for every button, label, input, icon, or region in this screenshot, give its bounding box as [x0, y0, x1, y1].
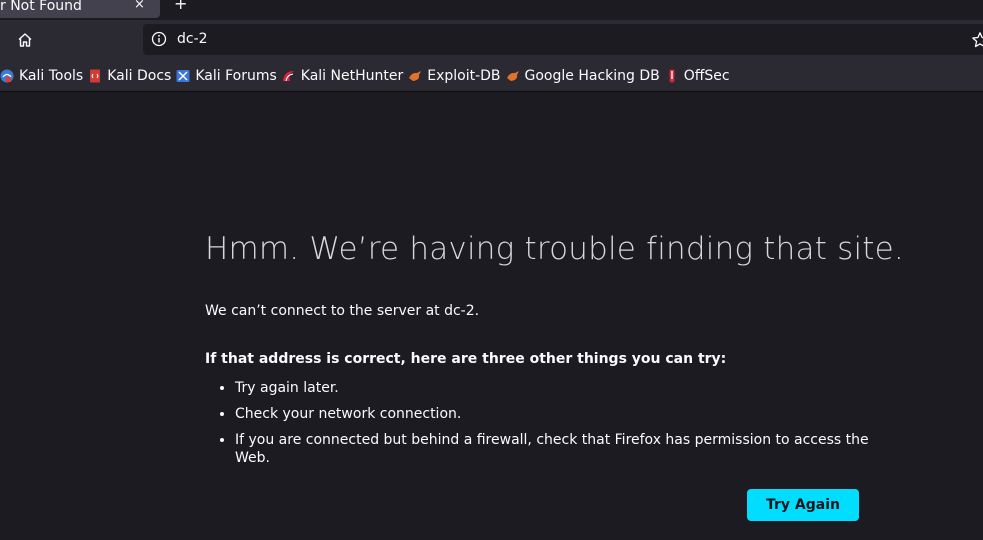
exploit-db-icon — [409, 70, 422, 81]
try-again-button[interactable]: Try Again — [747, 489, 859, 521]
kali-docs-icon — [90, 69, 101, 82]
url-bar[interactable]: dc-2 — [143, 24, 983, 55]
error-title: Hmm. We’re having trouble finding that s… — [205, 231, 904, 267]
kali-nethunter-icon — [282, 70, 294, 81]
home-button[interactable] — [12, 28, 38, 52]
bookmark-kali-docs[interactable]: Kali Docs — [88, 64, 176, 88]
bookmark-label: Kali Docs — [107, 67, 172, 84]
kali-forums-icon — [176, 69, 190, 82]
info-icon[interactable] — [151, 31, 167, 47]
bookmarks-toolbar: Kali Tools Kali Docs Kali Forums Kali Ne… — [0, 60, 983, 92]
bookmark-label: Google Hacking DB — [524, 67, 660, 84]
bookmark-kali-nethunter[interactable]: Kali NetHunter — [282, 64, 408, 88]
error-page: Hmm. We’re having trouble finding that s… — [205, 225, 905, 475]
new-tab-icon[interactable]: + — [174, 0, 187, 13]
google-hacking-db-icon — [506, 70, 519, 81]
tab-strip: r Not Found × + — [0, 0, 983, 20]
list-item: Try again later. — [235, 379, 905, 397]
bookmark-google-hacking-db[interactable]: Google Hacking DB — [506, 64, 665, 88]
kali-tools-icon — [0, 69, 14, 82]
list-item: If you are connected but behind a firewa… — [235, 431, 905, 467]
bookmark-label: Exploit-DB — [427, 67, 501, 84]
bookmark-exploit-db[interactable]: Exploit-DB — [408, 64, 505, 88]
tab-title: r Not Found — [0, 0, 82, 14]
navigation-toolbar: dc-2 — [0, 20, 983, 60]
tab-not-found[interactable]: r Not Found × — [0, 0, 160, 18]
bookmark-label: Kali NetHunter — [300, 67, 404, 84]
url-text[interactable]: dc-2 — [177, 31, 208, 47]
bookmark-kali-tools[interactable]: Kali Tools — [0, 64, 88, 88]
bookmark-label: Kali Tools — [19, 67, 84, 84]
offsec-icon — [669, 69, 675, 83]
star-icon[interactable] — [971, 31, 983, 49]
home-icon — [18, 33, 32, 47]
bookmark-kali-forums[interactable]: Kali Forums — [176, 64, 281, 88]
list-item: Check your network connection. — [235, 405, 905, 423]
suggestions-list: Try again later. Check your network conn… — [205, 379, 905, 467]
bookmark-label: Kali Forums — [195, 67, 277, 84]
bookmark-label: OffSec — [683, 67, 730, 84]
suggestions-heading: If that address is correct, here are thr… — [205, 351, 727, 367]
bookmark-offsec[interactable]: OffSec — [665, 64, 735, 88]
close-icon[interactable]: × — [134, 0, 145, 12]
error-description: We can’t connect to the server at dc-2. — [205, 303, 480, 319]
